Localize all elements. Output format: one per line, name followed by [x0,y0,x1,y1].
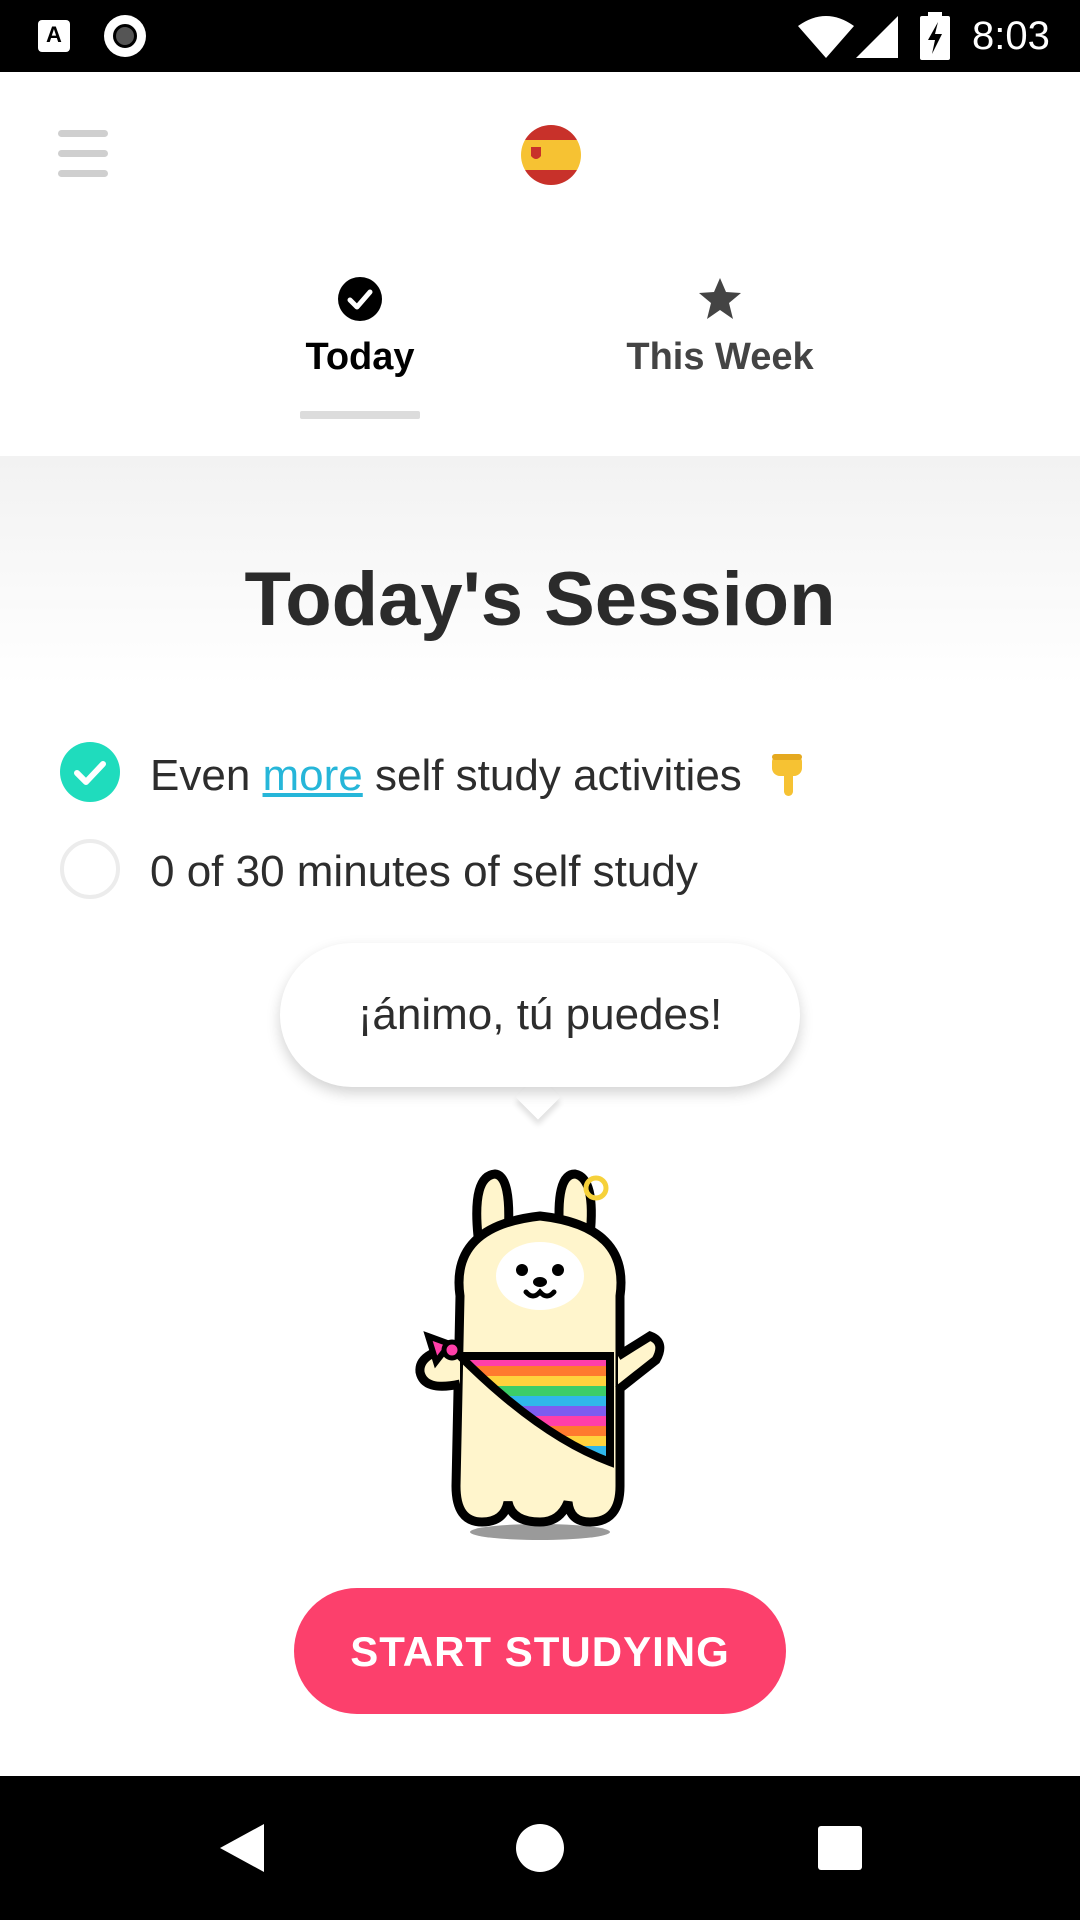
check-circle-icon [338,277,382,321]
task-text: Even more self study activities [150,750,808,801]
status-time: 8:03 [972,14,1050,58]
system-nav-bar [0,1776,1080,1920]
llama-mascot-icon [415,1169,665,1540]
task-text: 0 of 30 minutes of self study [150,847,698,896]
check-empty-icon [60,839,120,899]
session-panel: Today's Session Even more self study act… [0,456,1080,1776]
status-bar: A 8:03 [0,0,1080,72]
star-icon [699,278,741,319]
back-icon[interactable] [210,1816,274,1880]
recents-icon[interactable] [808,1816,872,1880]
home-icon[interactable] [508,1816,572,1880]
tab-today[interactable]: Today [290,276,430,426]
start-studying-button[interactable]: START STUDYING [294,1588,786,1714]
wifi-icon [798,16,854,58]
battery-charging-icon [920,12,950,60]
task-text-suffix: self study activities [362,751,742,800]
speech-bubble-text: ¡ánimo, tú puedes! [357,990,723,1039]
task-text-prefix: Even [150,751,263,800]
tab-today-label: Today [305,336,415,378]
more-link[interactable]: more [263,751,363,800]
check-done-icon [60,742,120,802]
tab-selected-indicator [300,411,420,419]
hamburger-menu-icon[interactable] [58,130,108,178]
tab-this-week[interactable]: This Week [600,276,840,426]
speech-bubble: ¡ánimo, tú puedes! [280,943,800,1087]
hand-pointing-down-icon [772,754,803,796]
signal-icon [856,16,898,58]
app-a-icon: A [38,20,70,52]
app-header: Today This Week [0,72,1080,456]
spain-flag-icon[interactable] [521,125,581,185]
record-icon [104,15,146,57]
tab-this-week-label: This Week [626,336,814,378]
page-title: Today's Session [244,557,836,642]
